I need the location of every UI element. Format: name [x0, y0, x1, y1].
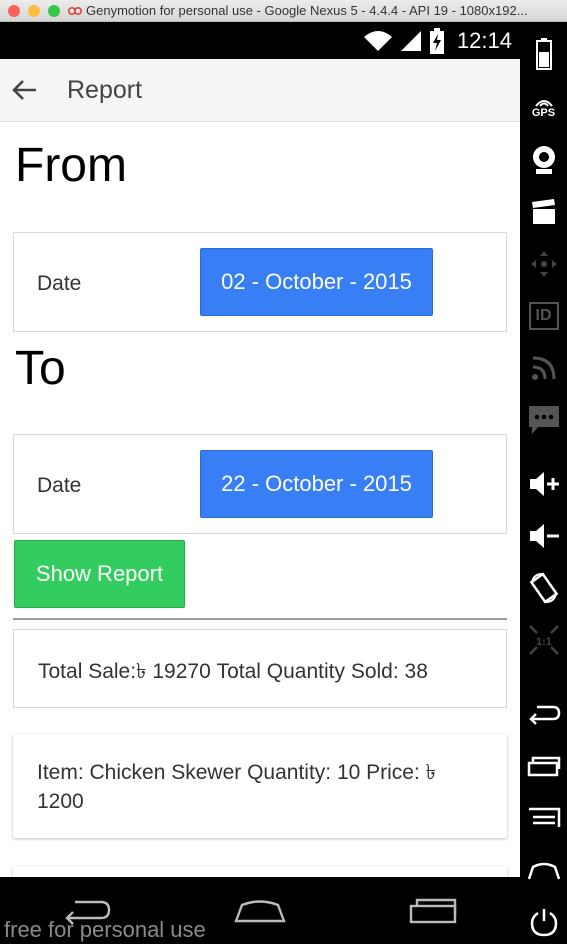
nav-recents-button[interactable]: [398, 891, 468, 931]
home-icon: [527, 862, 560, 880]
status-bar: 12:14: [0, 22, 520, 59]
device-screen: 12:14 Report From Date 02 - October - 20…: [0, 22, 520, 944]
gps-label: GPS: [531, 107, 556, 119]
nav-recents-icon: [410, 898, 457, 923]
close-window-button[interactable]: [8, 4, 20, 17]
back-side-button[interactable]: [520, 692, 567, 736]
window-title: Genymotion for personal use - Google Nex…: [86, 3, 528, 18]
nav-home-button[interactable]: [225, 891, 295, 931]
menu-icon: [528, 807, 560, 827]
menu-side-button[interactable]: [520, 796, 567, 840]
report-content: From Date 02 - October - 2015 To Date 22…: [0, 122, 520, 882]
battery-charging-icon: [429, 28, 444, 54]
app-header: Report: [0, 59, 520, 122]
home-side-button[interactable]: [520, 848, 567, 892]
dpad-icon: [530, 251, 557, 277]
volume-up-button[interactable]: [520, 462, 567, 506]
to-date-button[interactable]: 22 - October - 2015: [200, 450, 433, 518]
status-clock: 12:14: [456, 28, 512, 53]
rotate-button[interactable]: [520, 566, 567, 610]
volume-up-icon: [529, 472, 559, 496]
capture-widget-button[interactable]: [520, 190, 567, 234]
signal-icon: [400, 31, 421, 51]
gps-signal-icon: [534, 100, 553, 107]
to-date-card: Date 22 - October - 2015: [13, 434, 507, 534]
rotate-screen-icon: [529, 572, 558, 604]
zoom-window-button[interactable]: [48, 4, 60, 17]
wifi-icon: [363, 31, 392, 51]
recent-apps-icon: [527, 756, 560, 777]
volume-down-icon: [529, 524, 559, 548]
power-icon: [530, 909, 557, 937]
from-date-button[interactable]: 02 - October - 2015: [200, 248, 433, 316]
from-heading: From: [15, 139, 127, 192]
to-date-label: Date: [37, 474, 82, 497]
arrow-back-icon: [12, 80, 36, 100]
cast-widget-button[interactable]: [520, 346, 567, 390]
page-title: Report: [67, 75, 143, 104]
message-icon: [528, 406, 559, 434]
pixel-perfect-button[interactable]: 1:1: [520, 618, 567, 662]
genymotion-logo-icon: [68, 6, 82, 15]
scale-icon: 1:1: [528, 625, 559, 655]
id-icon: ID: [528, 302, 559, 330]
device-id-widget-button[interactable]: ID: [520, 294, 567, 338]
from-date-label: Date: [37, 272, 82, 295]
emulator-side-panel: GPS ID 1:1: [520, 22, 567, 944]
gps-widget-button[interactable]: GPS: [520, 86, 567, 130]
webcam-icon: [532, 146, 555, 174]
rss-icon: [531, 356, 555, 380]
to-heading: To: [15, 342, 66, 395]
list-item[interactable]: Item: Chicken Skewer Quantity: 10 Price:…: [13, 734, 507, 838]
battery-widget-button[interactable]: [520, 32, 567, 76]
back-button[interactable]: [0, 66, 48, 114]
sms-widget-button[interactable]: [520, 398, 567, 442]
window-titlebar: Genymotion for personal use - Google Nex…: [0, 0, 567, 22]
battery-icon: [535, 38, 552, 70]
back-arrow-icon: [528, 705, 560, 725]
power-button[interactable]: [520, 900, 567, 944]
show-report-button[interactable]: Show Report: [14, 540, 185, 608]
minimize-window-button[interactable]: [28, 4, 40, 17]
volume-down-button[interactable]: [520, 514, 567, 558]
watermark-text: free for personal use: [4, 917, 206, 942]
recent-apps-side-button[interactable]: [520, 744, 567, 788]
summary-card: Total Sale:৳ 19270 Total Quantity Sold: …: [13, 629, 507, 708]
camera-widget-button[interactable]: [520, 138, 567, 182]
remote-control-widget-button[interactable]: [520, 242, 567, 286]
nav-home-icon: [234, 899, 286, 922]
clapperboard-icon: [531, 199, 555, 224]
from-date-card: Date 02 - October - 2015: [13, 232, 507, 332]
scale-label: 1:1: [536, 636, 552, 648]
divider: [13, 618, 507, 620]
